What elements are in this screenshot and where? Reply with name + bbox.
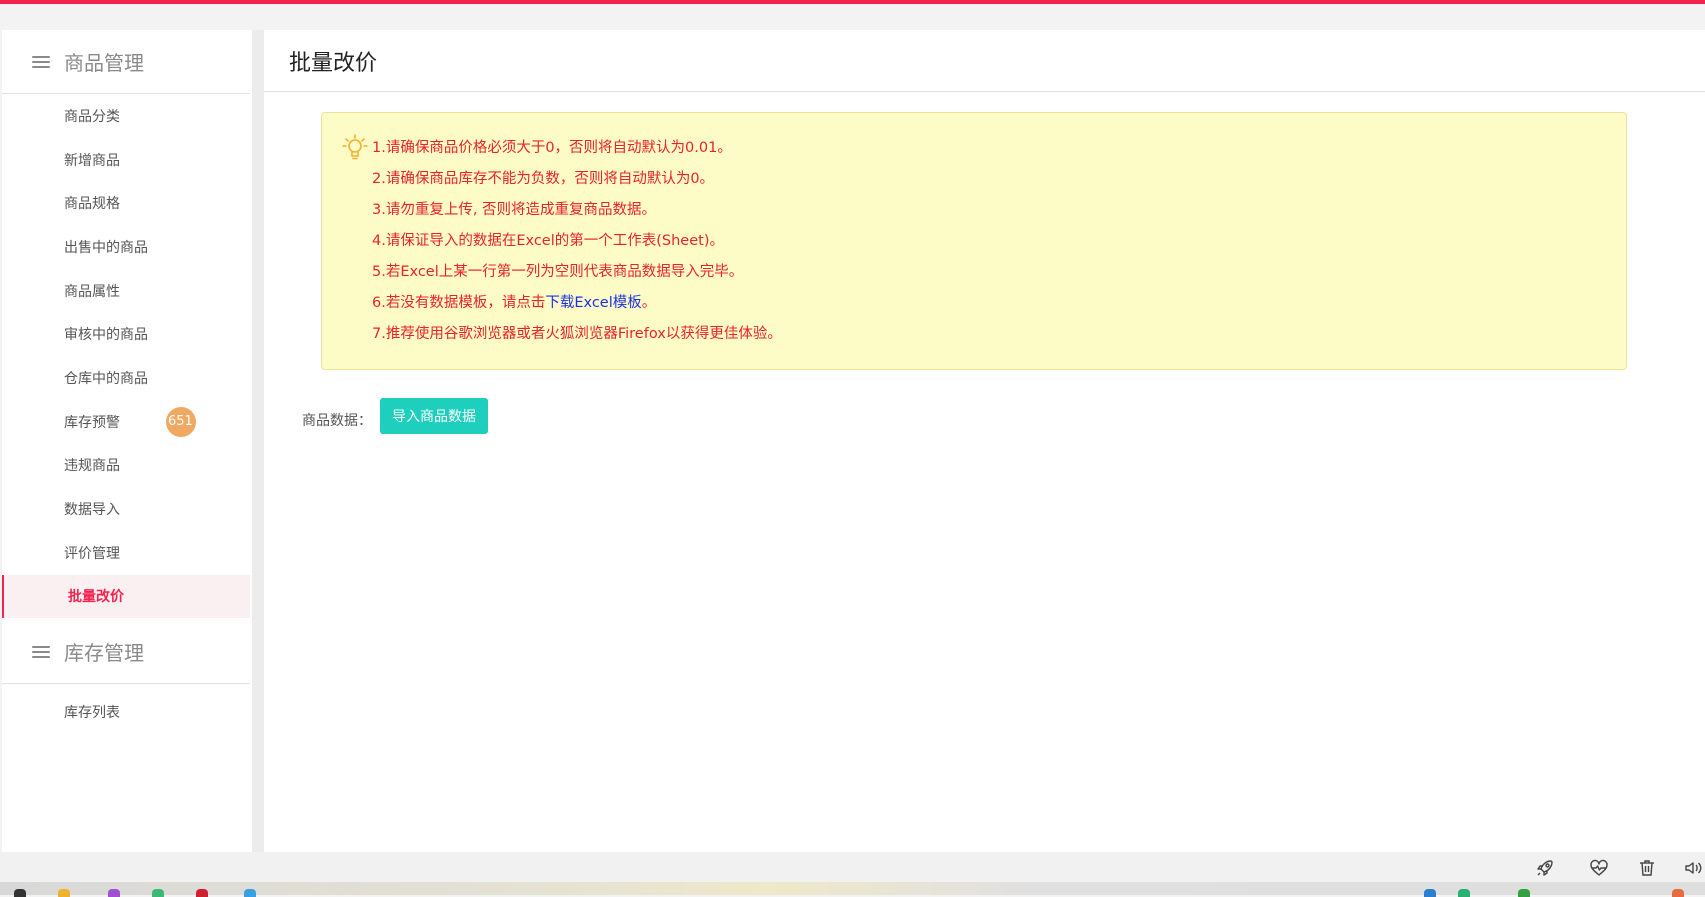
taskbar-app-icon[interactable] xyxy=(152,889,164,897)
trash-icon[interactable] xyxy=(1637,858,1657,878)
notice-line: 7.推荐使用谷歌浏览器或者火狐浏览器Firefox以获得更佳体验。 xyxy=(372,326,782,342)
main-panel: 批量改价 1.请确保商品价格必须大于0，否则将自动默认为0.01。 2.请确保商… xyxy=(264,30,1705,852)
sidebar-item[interactable]: 仓库中的商品 xyxy=(2,356,250,400)
heartbeat-icon[interactable] xyxy=(1589,858,1609,878)
taskbar-tray-icon[interactable] xyxy=(1518,889,1530,897)
taskbar-app-icon[interactable] xyxy=(244,889,256,897)
taskbar-tray-icon[interactable] xyxy=(1458,889,1470,897)
notice-lines: 1.请确保商品价格必须大于0，否则将自动默认为0.01。 2.请确保商品库存不能… xyxy=(372,136,782,353)
sidebar-menu-inventory: 库存列表 xyxy=(2,684,252,734)
goods-data-row: 商品数据： 导入商品数据 xyxy=(302,398,488,434)
sidebar-item[interactable]: 新增商品 xyxy=(2,138,250,182)
sidebar-item-label: 仓库中的商品 xyxy=(64,370,148,387)
sidebar-group-inventory[interactable]: 库存管理 xyxy=(2,620,250,685)
sidebar-group-title: 商品管理 xyxy=(64,51,144,75)
sidebar-item[interactable]: 数据导入 xyxy=(2,487,250,531)
sidebar-item-label: 评价管理 xyxy=(64,545,120,562)
download-template-link[interactable]: 下载Excel模板 xyxy=(545,295,641,311)
notice-line: 5.若Excel上某一行第一列为空则代表商品数据导入完毕。 xyxy=(372,264,744,280)
sidebar-item-label: 商品属性 xyxy=(64,283,120,300)
taskbar-app-icon[interactable] xyxy=(196,889,208,897)
sidebar-item-label: 数据导入 xyxy=(64,502,120,519)
sidebar-scrollbar[interactable] xyxy=(252,30,264,852)
sidebar-group-goods[interactable]: 商品管理 xyxy=(2,30,250,94)
menu-icon xyxy=(32,645,50,659)
top-accent-bar xyxy=(0,0,1705,4)
rocket-icon[interactable] xyxy=(1535,858,1555,878)
sidebar-item[interactable]: 商品规格 xyxy=(2,181,250,225)
taskbar-app-icon[interactable] xyxy=(58,889,70,897)
import-goods-button[interactable]: 导入商品数据 xyxy=(380,398,488,434)
goods-data-label: 商品数据： xyxy=(302,413,372,429)
sidebar-item-label: 新增商品 xyxy=(64,152,120,169)
sidebar-item[interactable]: 审核中的商品 xyxy=(2,312,250,356)
sidebar-item[interactable]: 出售中的商品 xyxy=(2,225,250,269)
sidebar: 商品管理 商品分类 新增商品 商品规格 出售中的商品 商品属性 审核中的商品 仓库中的商品库… xyxy=(2,30,252,852)
notice-line: 1.请确保商品价格必须大于0，否则将自动默认为0.01。 xyxy=(372,140,732,156)
sidebar-item-label: 审核中的商品 xyxy=(64,327,148,344)
notice-box: 1.请确保商品价格必须大于0，否则将自动默认为0.01。 2.请确保商品库存不能… xyxy=(321,112,1627,370)
sidebar-item[interactable]: 批量改价 xyxy=(2,574,250,619)
notice-line-template: 6.若没有数据模板，请点击下载Excel模板。 xyxy=(372,291,782,322)
bottom-tools-bar xyxy=(0,852,1705,882)
taskbar-tray-icon[interactable] xyxy=(1672,889,1684,897)
volume-icon[interactable] xyxy=(1683,858,1703,878)
lightbulb-icon xyxy=(342,134,368,160)
taskbar-app-icon[interactable] xyxy=(108,889,120,897)
notice-line: 3.请勿重复上传, 否则将造成重复商品数据。 xyxy=(372,202,657,218)
notice-text: 。 xyxy=(641,295,657,311)
notice-line: 2.请确保商品库存不能为负数，否则将自动默认为0。 xyxy=(372,171,715,187)
menu-icon xyxy=(32,55,50,69)
stock-warning-badge: 651 xyxy=(166,406,196,437)
sidebar-item[interactable]: 评价管理 xyxy=(2,531,250,575)
sidebar-item[interactable]: 库存预警 651 xyxy=(2,400,250,444)
sidebar-group-title: 库存管理 xyxy=(64,641,144,666)
sidebar-menu-goods: 商品分类新增商品商品规格出售中的商品 商品属性审核中的商品 仓库中的商品 库存预警 65… xyxy=(2,94,252,619)
sidebar-item[interactable]: 商品属性 xyxy=(2,269,250,313)
taskbar-tray-icon[interactable] xyxy=(1424,889,1436,897)
page-title: 批量改价 xyxy=(289,50,378,76)
sidebar-item-label: 库存预警 xyxy=(64,414,120,431)
sidebar-item-label: 商品规格 xyxy=(64,196,120,213)
sidebar-item-label: 违规商品 xyxy=(64,458,120,475)
sidebar-item[interactable]: 库存列表 xyxy=(2,690,250,734)
sidebar-item-label: 出售中的商品 xyxy=(64,239,148,256)
sidebar-item-label: 商品分类 xyxy=(64,108,120,125)
notice-line: 4.请保证导入的数据在Excel的第一个工作表(Sheet)。 xyxy=(372,233,724,249)
page-header: 批量改价 xyxy=(264,30,1705,92)
sidebar-item[interactable]: 商品分类 xyxy=(2,94,250,138)
sidebar-item-label: 批量改价 xyxy=(68,589,124,606)
notice-text: 6.若没有数据模板，请点击 xyxy=(372,295,546,311)
sidebar-item[interactable]: 违规商品 xyxy=(2,444,250,488)
sidebar-item-label: 库存列表 xyxy=(64,705,120,722)
taskbar-app-icon[interactable] xyxy=(14,889,26,897)
